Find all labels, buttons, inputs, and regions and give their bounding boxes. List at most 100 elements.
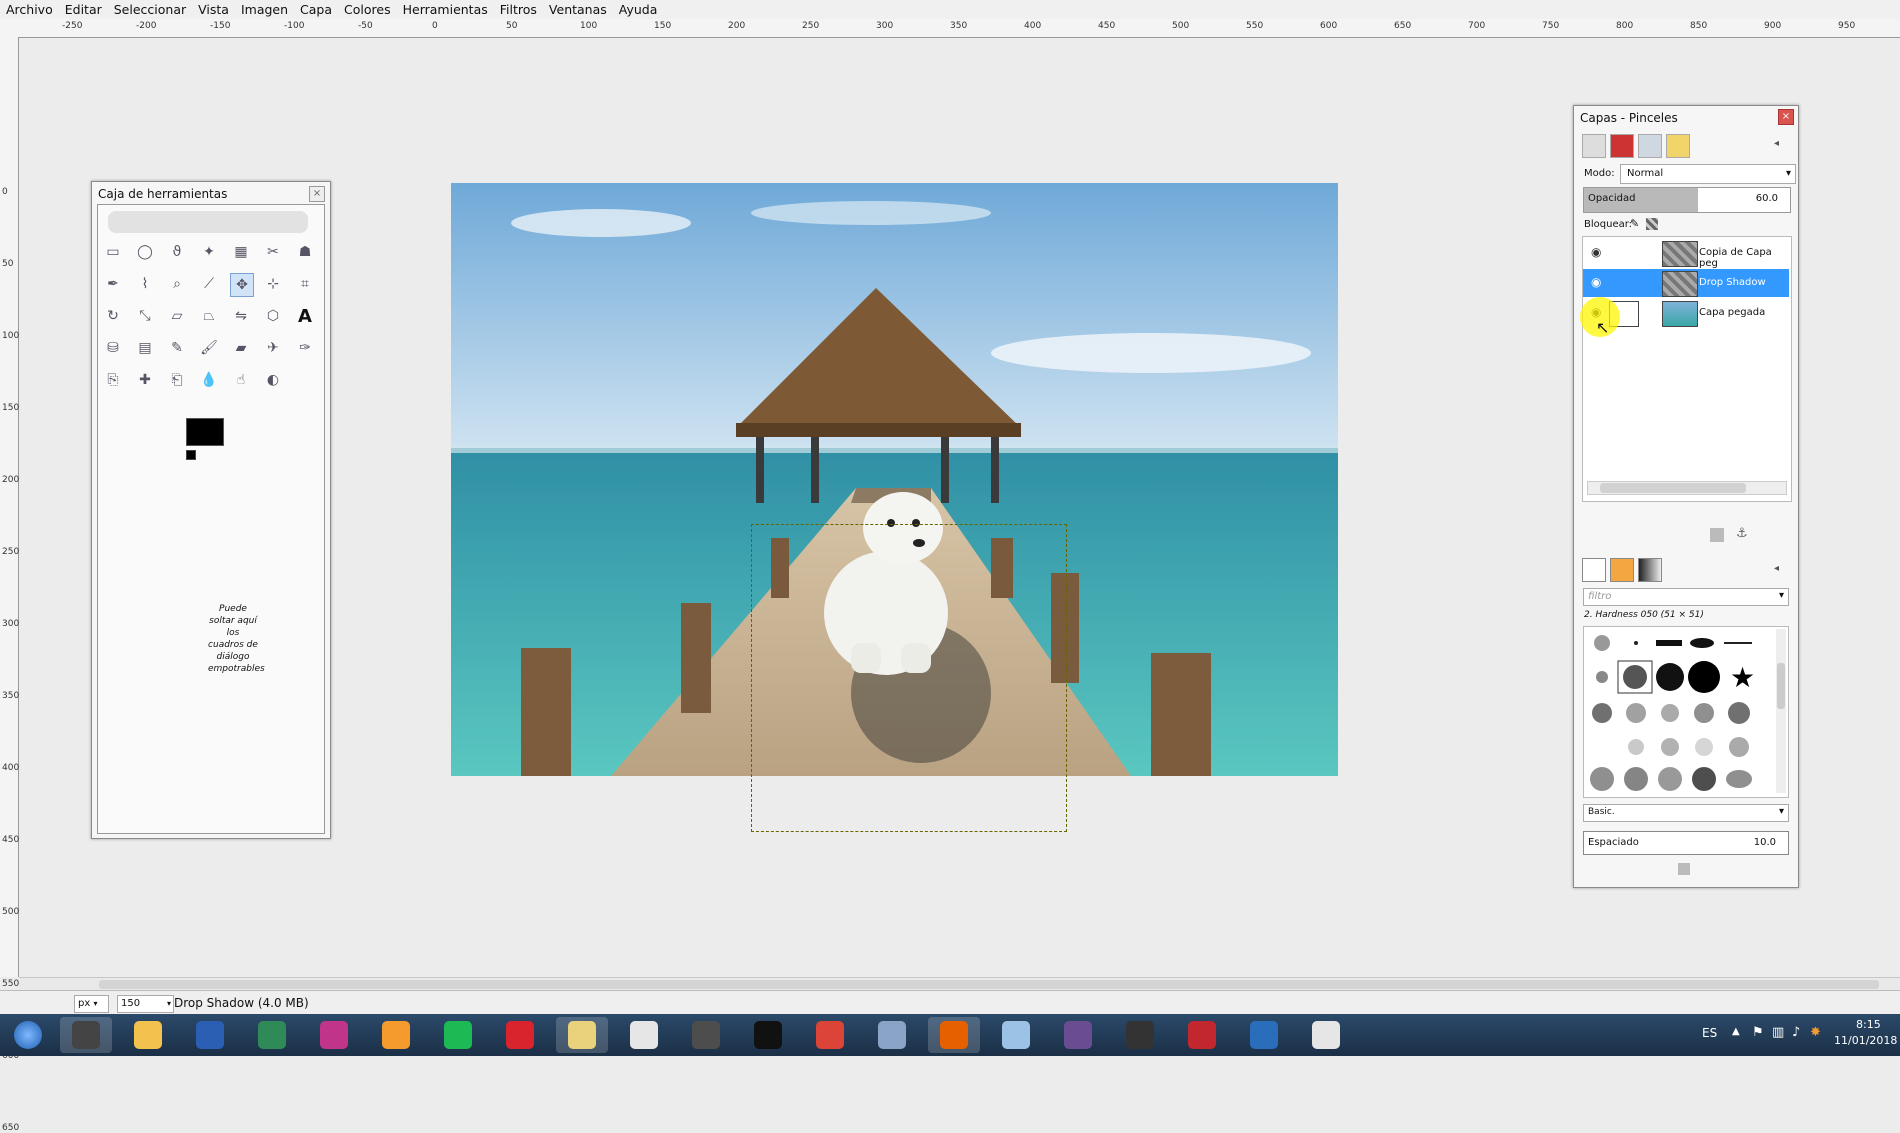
- language-indicator[interactable]: ES: [1702, 1026, 1717, 1040]
- pencil-icon[interactable]: ✎: [166, 337, 188, 359]
- taskbar-button-gimp[interactable]: [60, 1017, 112, 1053]
- align-icon[interactable]: ⊹: [262, 273, 284, 295]
- airbrush-icon[interactable]: ✈: [262, 337, 284, 359]
- anchor-icon[interactable]: ⚓: [1736, 526, 1748, 541]
- network-icon[interactable]: ▥: [1772, 1025, 1784, 1040]
- brush-scrollbar[interactable]: [1776, 629, 1786, 793]
- rotate-icon[interactable]: ↻: [102, 305, 124, 327]
- layer-row-selected[interactable]: ◉ Drop Shadow: [1583, 269, 1789, 297]
- eraser-icon[interactable]: ▰: [230, 337, 252, 359]
- scale-icon[interactable]: ⤡: [134, 305, 156, 327]
- eye-icon[interactable]: ◉: [1591, 245, 1601, 259]
- taskbar-button-paint-app[interactable]: [308, 1017, 360, 1053]
- heal-icon[interactable]: ✚: [134, 369, 156, 391]
- taskbar-button-chrome[interactable]: [804, 1017, 856, 1053]
- taskbar-button-explorer[interactable]: [122, 1017, 174, 1053]
- tray-app-icon[interactable]: ✸: [1810, 1025, 1821, 1040]
- rect-select-icon[interactable]: ▭: [102, 241, 124, 263]
- layer-row[interactable]: ◉ Copia de Capa peg: [1583, 239, 1789, 269]
- foreground-select-icon[interactable]: ☗: [294, 241, 316, 263]
- horizontal-ruler[interactable]: -250 -200 -150 -100 -50 0 50 100 150 200 250 300 350…: [0, 19, 1900, 38]
- scrollbar-thumb[interactable]: [1600, 483, 1746, 493]
- menu-item[interactable]: Editar: [59, 2, 108, 17]
- menu-item[interactable]: Vista: [192, 2, 235, 17]
- lock-pixels-icon[interactable]: ✎: [1630, 217, 1639, 230]
- taskbar-button-notepad[interactable]: [990, 1017, 1042, 1053]
- taskbar-button-cinema-app[interactable]: [370, 1017, 422, 1053]
- gradient-icon[interactable]: ▤: [134, 337, 156, 359]
- menu-item[interactable]: Imagen: [235, 2, 294, 17]
- taskbar-button-spotify[interactable]: [432, 1017, 484, 1053]
- perspective-icon[interactable]: ⏢: [198, 305, 220, 327]
- eye-icon[interactable]: ◉: [1591, 275, 1601, 289]
- perspective-clone-icon[interactable]: ⎗: [166, 369, 188, 391]
- ink-icon[interactable]: ✑: [294, 337, 316, 359]
- close-icon[interactable]: ×: [309, 186, 325, 202]
- lock-alpha-icon[interactable]: [1646, 218, 1658, 230]
- taskbar-button-folder[interactable]: [556, 1017, 608, 1053]
- zoom-select[interactable]: 150 ▾: [117, 995, 174, 1013]
- tab-layers-icon[interactable]: [1610, 134, 1634, 158]
- bucket-fill-icon[interactable]: ⛁: [102, 337, 124, 359]
- brush-refresh-icon[interactable]: [1678, 863, 1690, 875]
- taskbar-button-docs[interactable]: [1238, 1017, 1290, 1053]
- tab-paths-icon[interactable]: [1638, 134, 1662, 158]
- blur-icon[interactable]: 💧: [198, 369, 220, 391]
- foreground-color-swatch[interactable]: [186, 418, 224, 446]
- ellipse-select-icon[interactable]: ◯: [134, 241, 156, 263]
- scrollbar-thumb[interactable]: [99, 980, 1879, 989]
- menu-item[interactable]: Filtros: [494, 2, 543, 17]
- tray-expand-icon[interactable]: ▲: [1732, 1026, 1740, 1037]
- color-picker-icon[interactable]: ⌇: [134, 273, 156, 295]
- menu-item[interactable]: Colores: [338, 2, 397, 17]
- dock-menu-icon[interactable]: ◂: [1774, 563, 1779, 574]
- clone-icon[interactable]: ⎘: [102, 369, 124, 391]
- shear-icon[interactable]: ▱: [166, 305, 188, 327]
- taskbar-button-snipping-tool[interactable]: [618, 1017, 670, 1053]
- lasso-icon[interactable]: ϑ: [166, 241, 188, 263]
- flag-icon[interactable]: ⚑: [1752, 1025, 1764, 1040]
- selection-marquee[interactable]: [751, 524, 1067, 832]
- tab-gradients-icon[interactable]: [1638, 558, 1662, 582]
- taskbar-button-cad-app[interactable]: [494, 1017, 546, 1053]
- tab-patterns-icon[interactable]: [1610, 558, 1634, 582]
- clock-time[interactable]: 8:15: [1856, 1018, 1881, 1031]
- clock-date[interactable]: 11/01/2018: [1834, 1034, 1897, 1047]
- smudge-icon[interactable]: ☝: [230, 369, 252, 391]
- canvas-horizontal-scrollbar[interactable]: [19, 977, 1900, 991]
- taskbar-button-sublime-text[interactable]: [680, 1017, 732, 1053]
- taskbar-button-pidgin[interactable]: [1300, 1017, 1352, 1053]
- layer-list-scrollbar[interactable]: [1587, 481, 1787, 495]
- paths-icon[interactable]: ✒: [102, 273, 124, 295]
- zoom-icon[interactable]: ⌕: [166, 273, 188, 295]
- menu-item[interactable]: Ayuda: [613, 2, 664, 17]
- menu-item[interactable]: Herramientas: [397, 2, 494, 17]
- mode-select[interactable]: Normal ▾: [1620, 164, 1796, 184]
- volume-icon[interactable]: ♪: [1792, 1025, 1800, 1040]
- color-select-icon[interactable]: ▦: [230, 241, 252, 263]
- taskbar-button-cmd[interactable]: [742, 1017, 794, 1053]
- fuzzy-select-icon[interactable]: ✦: [198, 241, 220, 263]
- default-colors-icon[interactable]: [186, 450, 196, 460]
- tab-brushes-icon[interactable]: [1582, 558, 1606, 582]
- taskbar-button-word[interactable]: [184, 1017, 236, 1053]
- crop-icon[interactable]: ⌗: [294, 273, 316, 295]
- opacity-slider[interactable]: Opacidad 60.0: [1583, 187, 1791, 213]
- taskbar-button-vpn-app[interactable]: [1052, 1017, 1104, 1053]
- flip-icon[interactable]: ⇋: [230, 305, 252, 327]
- text-icon[interactable]: A: [294, 305, 316, 327]
- taskbar-button-charts[interactable]: [246, 1017, 298, 1053]
- measure-icon[interactable]: ⟋: [198, 273, 220, 295]
- tab-channels-icon[interactable]: [1582, 134, 1606, 158]
- scrollbar-thumb[interactable]: [1777, 663, 1785, 709]
- menu-item[interactable]: Capa: [294, 2, 338, 17]
- taskbar-button-calculator[interactable]: [866, 1017, 918, 1053]
- unit-select[interactable]: px ▾: [74, 995, 109, 1013]
- taskbar-button-filezilla[interactable]: [1176, 1017, 1228, 1053]
- dodge-icon[interactable]: ◐: [262, 369, 284, 391]
- dock-menu-icon[interactable]: ◂: [1774, 138, 1779, 149]
- duplicate-layer-icon[interactable]: [1710, 528, 1724, 542]
- vertical-ruler[interactable]: 0 50 100 150 200 250 300 350 400 450 500 550 600 650: [0, 37, 19, 1133]
- menu-item[interactable]: Seleccionar: [108, 2, 192, 17]
- menu-item[interactable]: Ventanas: [543, 2, 613, 17]
